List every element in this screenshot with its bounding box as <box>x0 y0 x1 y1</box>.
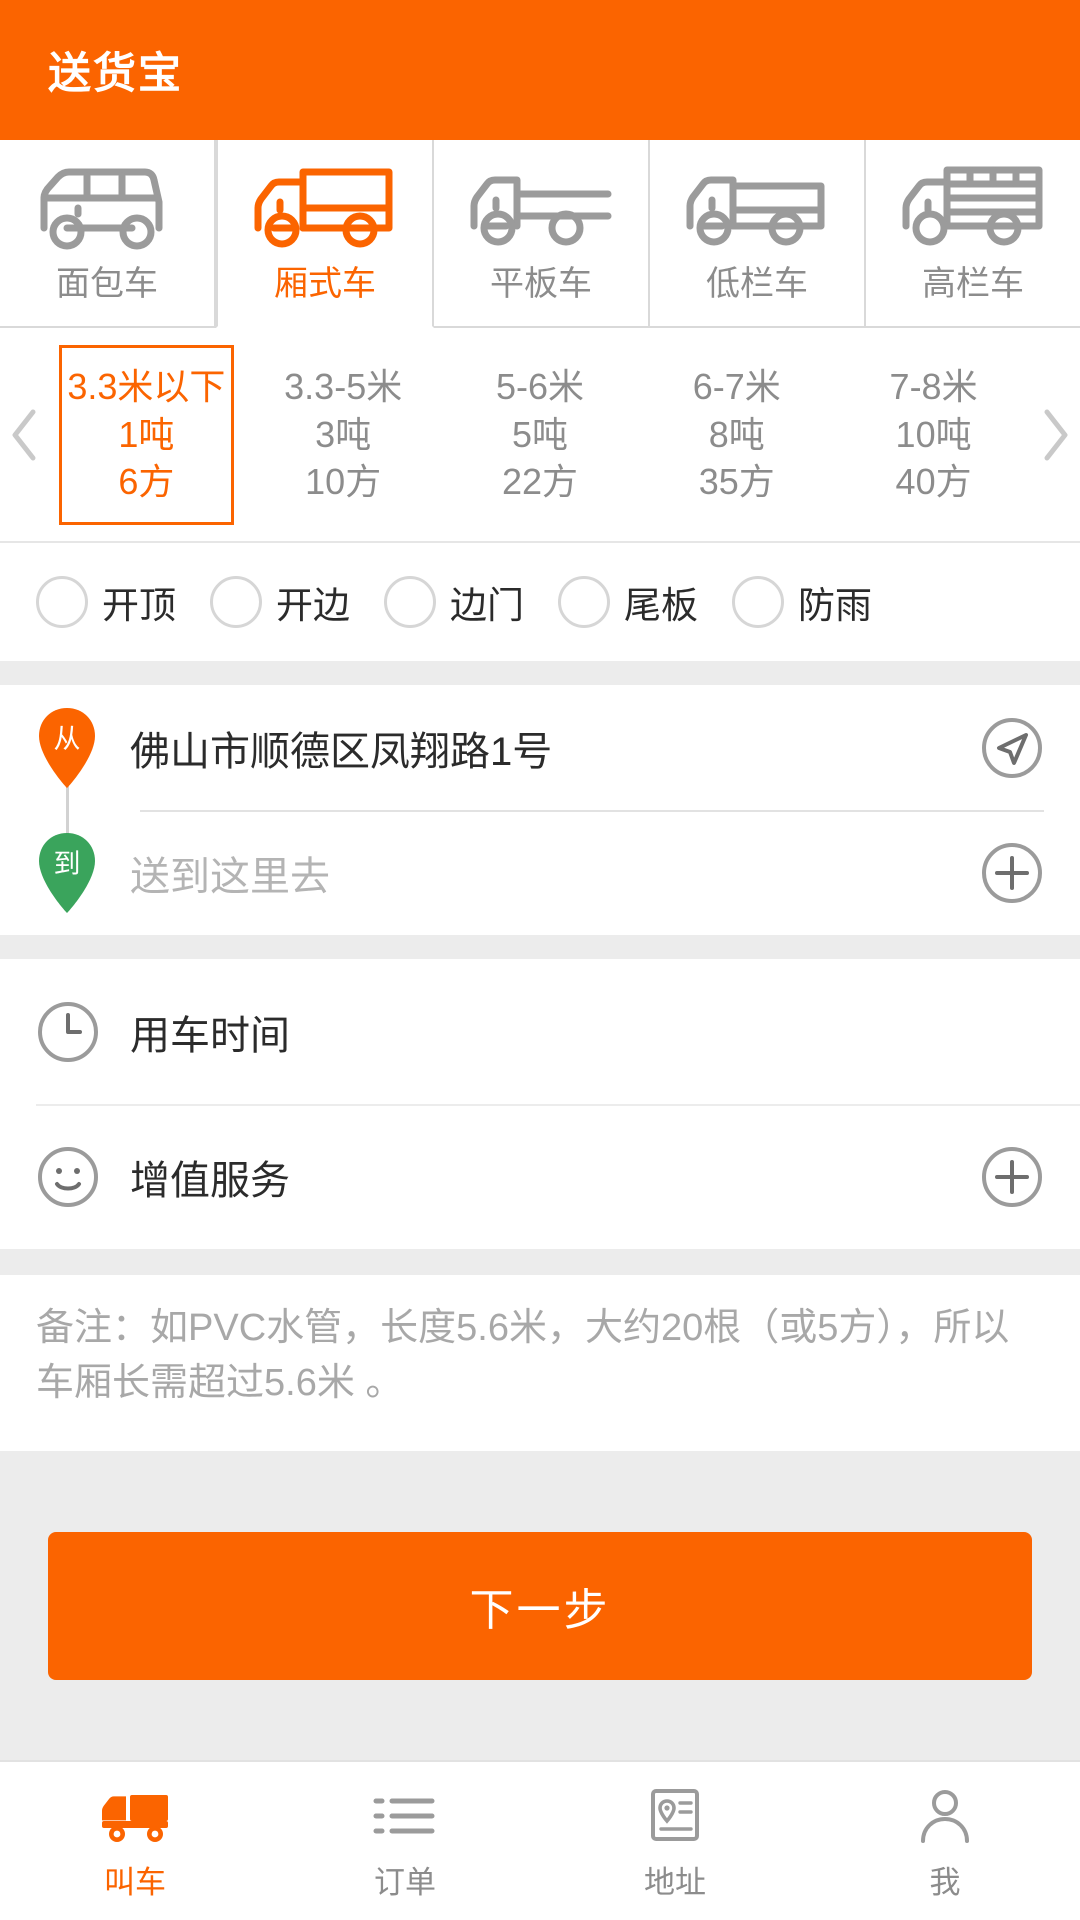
feature-option-tail-lift[interactable]: 尾板 <box>558 575 698 629</box>
feature-option-rainproof[interactable]: 防雨 <box>732 575 872 629</box>
size-length: 7-8米 <box>889 366 978 408</box>
feature-option-side-door[interactable]: 边门 <box>384 575 524 629</box>
list-row-label: 增值服务 <box>130 1158 290 1203</box>
section-divider <box>0 935 1080 959</box>
address-section: 从 佛山市顺德区凤翔路1号 到 送到这里去 <box>0 685 1080 935</box>
feature-option-label: 尾板 <box>624 585 698 626</box>
low-rail-truck-icon <box>682 162 832 254</box>
feature-option-label: 边门 <box>450 585 524 626</box>
size-option-list: 3.3米以下 1吨 6方 3.3-5米 3吨 10方 5-6米 5吨 22方 6… <box>48 328 1032 541</box>
size-volume: 40方 <box>895 461 972 503</box>
nav-item-label: 我 <box>929 1864 961 1900</box>
chevron-left-icon[interactable] <box>0 406 48 464</box>
service-list: 用车时间 增值服务 <box>0 959 1080 1249</box>
size-volume: 10方 <box>305 461 382 503</box>
size-length: 5-6米 <box>495 366 584 408</box>
size-length: 3.3-5米 <box>284 366 403 408</box>
nav-item-label: 地址 <box>644 1864 706 1900</box>
list-row-pickup-time[interactable]: 用车时间 <box>0 959 1080 1104</box>
vehicle-type-tabs: 面包车 厢式车 平板车 低栏车 高栏车 <box>0 140 1080 328</box>
next-button-area: 下一步 <box>0 1451 1080 1760</box>
smiley-icon <box>36 1146 100 1208</box>
section-divider <box>0 1249 1080 1275</box>
list-row-value-added-service[interactable]: 增值服务 <box>0 1104 1080 1249</box>
van-icon <box>32 162 182 254</box>
nav-item-label: 叫车 <box>104 1864 166 1900</box>
size-option[interactable]: 5-6米 5吨 22方 <box>452 345 627 525</box>
from-address-value[interactable]: 佛山市顺德区凤翔路1号 <box>130 719 980 777</box>
size-volume: 6方 <box>118 461 175 503</box>
plus-circle-icon[interactable] <box>980 842 1044 904</box>
nav-item-address[interactable]: 地址 <box>540 1762 810 1920</box>
nav-item-profile[interactable]: 我 <box>810 1762 1080 1920</box>
size-weight: 5吨 <box>511 413 568 455</box>
locate-arrow-icon[interactable] <box>980 717 1044 779</box>
radio-circle-icon[interactable] <box>732 576 784 628</box>
size-weight: 8吨 <box>708 413 765 455</box>
tab-high-rail-truck[interactable]: 高栏车 <box>866 140 1080 326</box>
list-icon <box>370 1781 440 1845</box>
section-divider <box>0 661 1080 685</box>
person-icon <box>916 1781 974 1845</box>
size-volume: 35方 <box>698 461 775 503</box>
from-pin-label: 从 <box>54 724 81 754</box>
feature-option-row: 开顶 开边 边门 尾板 防雨 <box>0 543 1080 661</box>
tab-label: 高栏车 <box>922 265 1024 303</box>
to-pin-icon: 到 <box>36 831 98 915</box>
nav-item-orders[interactable]: 订单 <box>270 1762 540 1920</box>
radio-circle-icon[interactable] <box>558 576 610 628</box>
size-weight: 10吨 <box>895 413 972 455</box>
radio-circle-icon[interactable] <box>210 576 262 628</box>
to-address-input[interactable]: 送到这里去 <box>130 844 980 902</box>
feature-option-open-top[interactable]: 开顶 <box>36 575 176 629</box>
size-weight: 1吨 <box>118 413 175 455</box>
nav-item-label: 订单 <box>374 1864 436 1900</box>
bottom-navigation: 叫车 订单 地址 我 <box>0 1760 1080 1920</box>
chevron-right-icon[interactable] <box>1032 406 1080 464</box>
size-length: 6-7米 <box>692 366 781 408</box>
tab-label: 平板车 <box>490 265 592 303</box>
size-option[interactable]: 3.3米以下 1吨 6方 <box>58 344 234 525</box>
radio-circle-icon[interactable] <box>36 576 88 628</box>
size-option[interactable]: 7-8米 10吨 40方 <box>846 345 1021 525</box>
list-row-label: 用车时间 <box>130 1013 290 1058</box>
tab-low-rail-truck[interactable]: 低栏车 <box>650 140 866 326</box>
feature-option-label: 开顶 <box>102 585 176 626</box>
app-screen: 送货宝 面包车 厢式车 平板车 低栏车 高栏车 3.3米以下 1吨 6方 3.3… <box>0 0 1080 1920</box>
nav-item-call-vehicle[interactable]: 叫车 <box>0 1762 270 1920</box>
feature-option-label: 开边 <box>276 585 350 626</box>
plus-circle-icon[interactable] <box>980 1146 1044 1208</box>
size-option[interactable]: 3.3-5米 3吨 10方 <box>256 345 431 525</box>
feature-option-label: 防雨 <box>798 585 872 626</box>
size-length: 3.3米以下 <box>67 366 226 408</box>
size-weight: 3吨 <box>315 413 372 455</box>
truck-icon <box>96 1781 174 1845</box>
page-title: 送货宝 <box>48 50 183 98</box>
high-rail-truck-icon <box>898 162 1048 254</box>
app-header: 送货宝 <box>0 0 1080 140</box>
from-pin-icon: 从 <box>36 706 98 790</box>
flatbed-truck-icon <box>466 162 616 254</box>
address-card-icon <box>645 1781 705 1845</box>
clock-icon <box>36 1001 100 1063</box>
radio-circle-icon[interactable] <box>384 576 436 628</box>
box-truck-icon <box>250 162 400 254</box>
next-step-button[interactable]: 下一步 <box>48 1531 1032 1680</box>
vehicle-size-selector: 3.3米以下 1吨 6方 3.3-5米 3吨 10方 5-6米 5吨 22方 6… <box>0 328 1080 543</box>
tab-label: 低栏车 <box>706 265 808 303</box>
size-volume: 22方 <box>501 461 578 503</box>
size-option[interactable]: 6-7米 8吨 35方 <box>649 345 824 525</box>
to-pin-label: 到 <box>54 849 81 879</box>
feature-option-open-side[interactable]: 开边 <box>210 575 350 629</box>
tab-flatbed-truck[interactable]: 平板车 <box>434 140 650 326</box>
address-row-to[interactable]: 到 送到这里去 <box>0 810 1080 935</box>
tab-label: 厢式车 <box>274 265 376 303</box>
tab-label: 面包车 <box>56 265 158 303</box>
tab-van[interactable]: 面包车 <box>0 140 216 326</box>
address-row-from[interactable]: 从 佛山市顺德区凤翔路1号 <box>0 685 1080 810</box>
remark-text: 备注：如PVC水管，长度5.6米，大约20根（或5方），所以车厢长需超过5.6米… <box>0 1275 1080 1451</box>
tab-box-truck[interactable]: 厢式车 <box>216 140 434 328</box>
